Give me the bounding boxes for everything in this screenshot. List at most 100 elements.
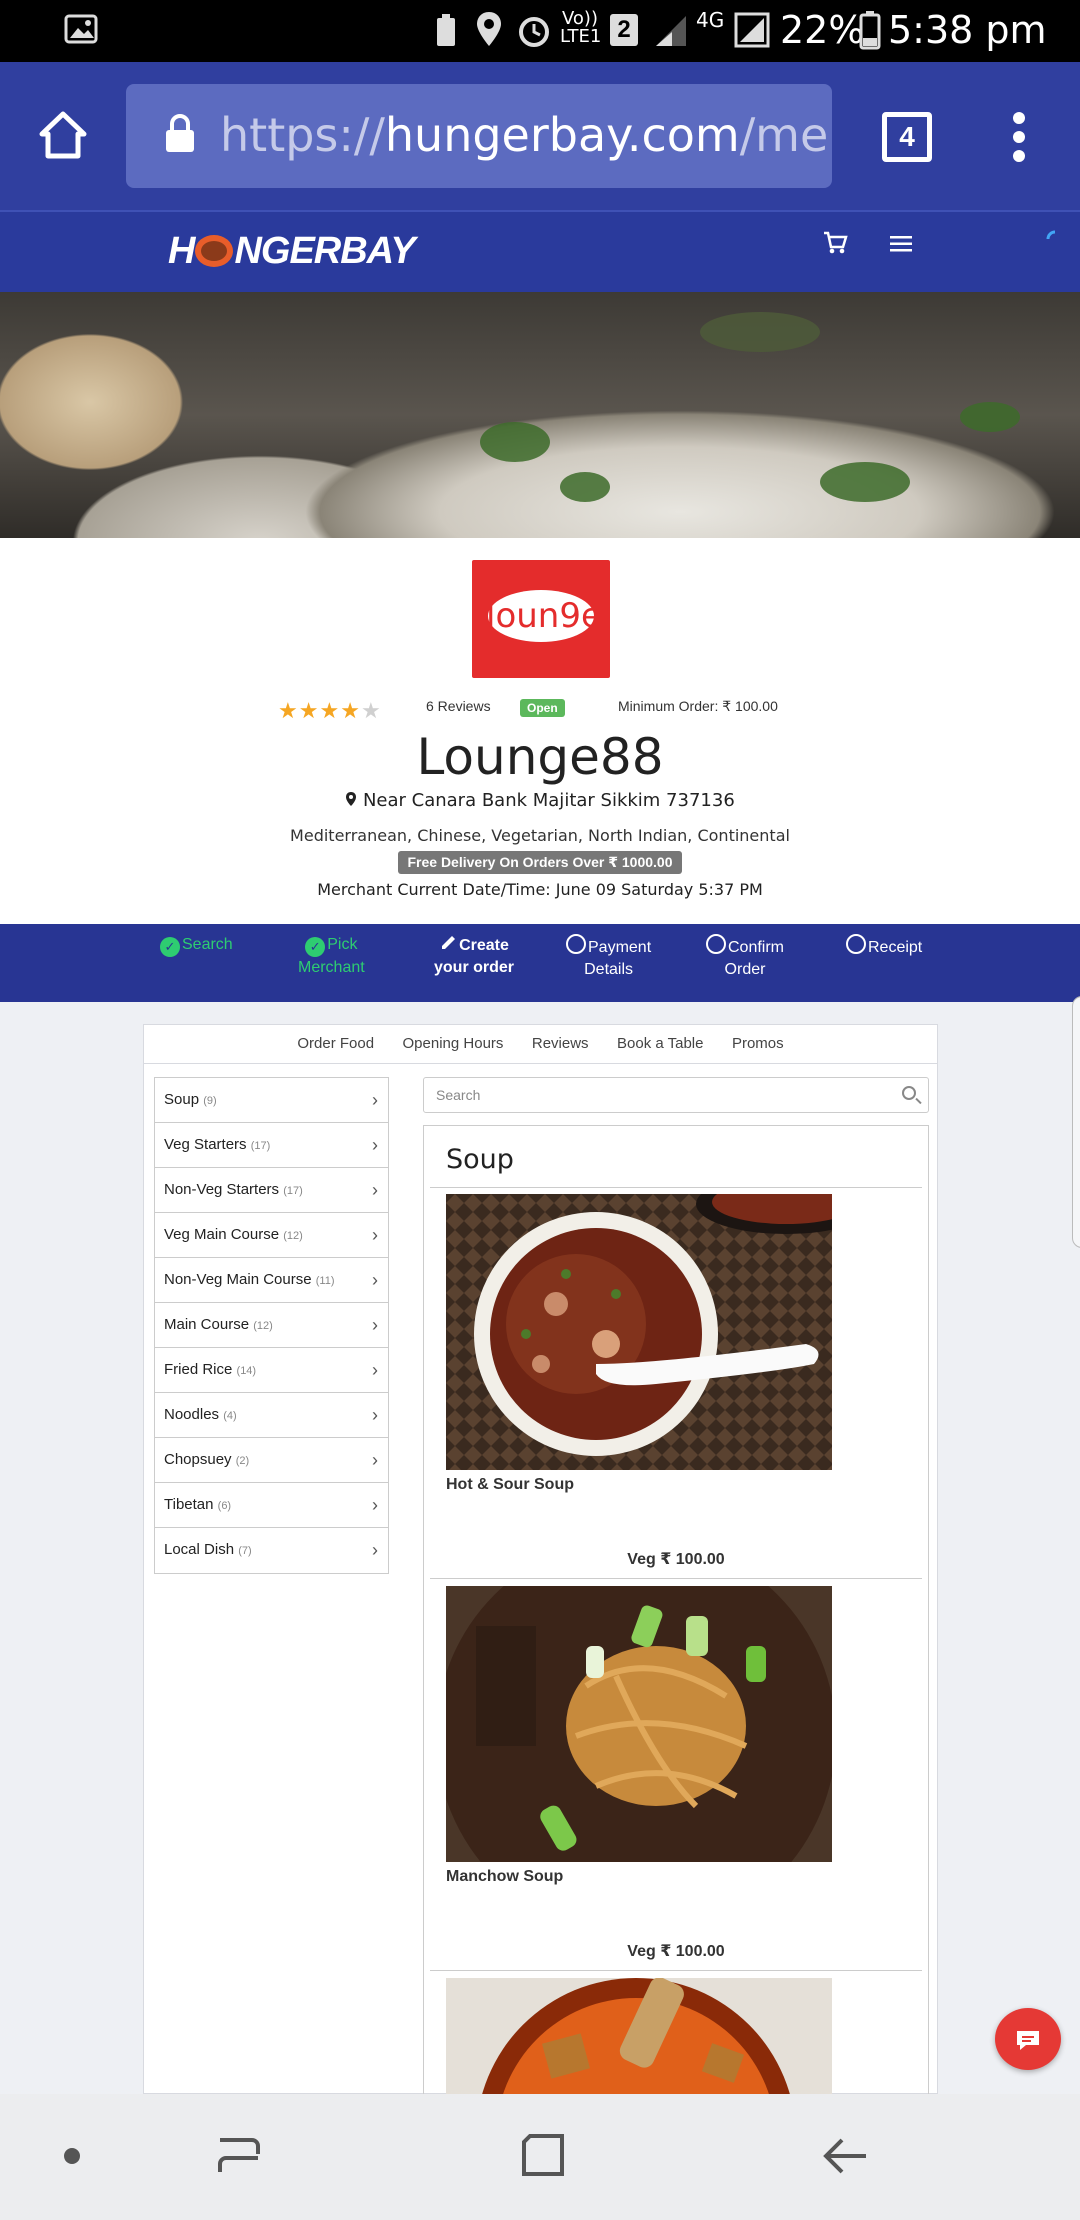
circle-icon (566, 934, 586, 954)
category-name: Non-Veg Main Course (164, 1271, 312, 1288)
chat-bubble-icon (1017, 2031, 1039, 2050)
category-name: Veg Starters (164, 1136, 247, 1153)
star-icon: ★ (278, 698, 299, 723)
category-name: Fried Rice (164, 1361, 233, 1378)
step-pick-merchant[interactable]: ✓ Pick Merchant (298, 934, 365, 979)
step-label: Create (459, 937, 509, 954)
dish-name[interactable]: Hot & Sour Soup (446, 1476, 574, 1494)
volte-indicator: Vo)) LTE1 (560, 8, 602, 47)
chevron-right-icon: › (372, 1135, 378, 1155)
chevron-right-icon: › (372, 1360, 378, 1380)
step-label: Payment (588, 939, 652, 956)
category-non-veg-starters[interactable]: Non-Veg Starters (17) › (155, 1168, 388, 1213)
step-label-line2: your order (434, 959, 515, 976)
search-placeholder: Search (436, 1087, 481, 1103)
alarm-icon (519, 17, 549, 47)
star-icon: ★ (298, 698, 320, 723)
tab-switcher-button[interactable]: 4 (882, 112, 932, 162)
circle-icon (706, 934, 726, 954)
category-count: (12) (283, 1230, 303, 1242)
merchant-info: loun9e ★★★★★ 6 Reviews Open Minimum Orde… (0, 538, 1080, 924)
dish-image[interactable] (446, 1978, 832, 2099)
category-name: Noodles (164, 1406, 220, 1423)
hamburger-menu-icon[interactable] (888, 234, 914, 254)
category-count: (11) (315, 1275, 335, 1287)
tomato-soup-illustration (446, 1978, 832, 2099)
tab-opening-hours[interactable]: Opening Hours (403, 1025, 504, 1063)
category-veg-starters[interactable]: Veg Starters (17) › (155, 1123, 388, 1168)
site-logo[interactable]: H NGERBAY (168, 230, 416, 273)
circle-icon (846, 934, 866, 954)
category-veg-main-course[interactable]: Veg Main Course (12) › (155, 1213, 388, 1258)
step-label-line2: Order (724, 961, 766, 978)
menu-panel: Order Food Opening Hours Reviews Book a … (143, 1024, 938, 2100)
recent-apps-icon[interactable] (214, 2134, 264, 2178)
chevron-right-icon: › (372, 1450, 378, 1470)
open-status-badge: Open (520, 699, 565, 717)
step-confirm-order[interactable]: Confirm Order (706, 934, 784, 981)
category-main-course[interactable]: Main Course (12) › (155, 1303, 388, 1348)
menu-search-input[interactable]: Search (423, 1077, 929, 1113)
dish-image[interactable] (446, 1586, 832, 1862)
back-icon[interactable] (822, 2134, 870, 2178)
search-icon[interactable] (902, 1086, 916, 1100)
battery-saver-icon (437, 14, 455, 46)
category-list: Soup (9) › Veg Starters (17) › Non-Veg Sta… (154, 1077, 389, 1574)
dish-name[interactable]: Manchow Soup (446, 1868, 563, 1886)
map-marker-icon (346, 792, 357, 806)
cart-icon[interactable] (822, 230, 848, 256)
overflow-menu-icon[interactable] (1004, 110, 1034, 164)
reviews-link[interactable]: 6 Reviews (426, 698, 491, 714)
chat-button[interactable] (995, 2008, 1061, 2070)
step-create-order[interactable]: Create your order (434, 934, 514, 979)
dish-price[interactable]: Veg ₹ 100.00 (424, 1941, 928, 1961)
merchant-tabs: Order Food Opening Hours Reviews Book a … (144, 1025, 937, 1064)
category-local-dish[interactable]: Local Dish (7) › (155, 1528, 388, 1573)
edge-panel-handle[interactable] (1072, 996, 1080, 1248)
step-search[interactable]: ✓ Search (160, 934, 233, 957)
step-receipt[interactable]: Receipt (846, 934, 922, 959)
nav-dot-icon[interactable] (62, 2146, 82, 2166)
soup-bowl-illustration (446, 1194, 832, 1470)
star-empty-icon: ★ (360, 698, 382, 723)
step-payment-details[interactable]: Payment Details (566, 934, 651, 981)
category-noodles[interactable]: Noodles (4) › (155, 1393, 388, 1438)
tab-promos[interactable]: Promos (732, 1025, 784, 1063)
tab-book-a-table[interactable]: Book a Table (617, 1025, 703, 1063)
hero-food-image (0, 292, 1080, 538)
home-icon[interactable] (38, 110, 88, 160)
tab-order-food[interactable]: Order Food (297, 1025, 374, 1063)
category-name: Local Dish (164, 1541, 235, 1558)
category-tibetan[interactable]: Tibetan (6) › (155, 1483, 388, 1528)
category-fried-rice[interactable]: Fried Rice (14) › (155, 1348, 388, 1393)
logo-h: H (168, 230, 195, 272)
category-soup[interactable]: Soup (9) › (155, 1078, 388, 1123)
step-label: Search (182, 936, 233, 953)
step-label-line2: Merchant (298, 959, 365, 976)
chevron-right-icon: › (372, 1405, 378, 1425)
signal-icon (656, 16, 686, 46)
free-delivery-badge: Free Delivery On Orders Over ₹ 1000.00 (398, 851, 682, 874)
home-nav-icon[interactable] (520, 2132, 566, 2178)
url-path: /menu (739, 108, 832, 162)
category-name: Chopsuey (164, 1451, 232, 1468)
network-type: 4G (696, 8, 725, 32)
category-chopsuey[interactable]: Chopsuey (2) › (155, 1438, 388, 1483)
step-label-line2: Details (584, 961, 634, 978)
category-name: Non-Veg Starters (164, 1181, 280, 1198)
url-bar[interactable]: https://hungerbay.com/menu (126, 84, 832, 188)
category-non-veg-main-course[interactable]: Non-Veg Main Course (11) › (155, 1258, 388, 1303)
chevron-right-icon: › (372, 1090, 378, 1110)
dish-image[interactable] (446, 1194, 832, 1470)
sim-badge: 2 (610, 14, 638, 46)
loading-spinner-icon (1046, 230, 1056, 240)
chevron-right-icon: › (372, 1495, 378, 1515)
cuisines: Mediterranean, Chinese, Vegetarian, Nort… (290, 826, 790, 845)
tab-reviews[interactable]: Reviews (532, 1025, 589, 1063)
merchant-datetime: Merchant Current Date/Time: June 09 Satu… (317, 880, 763, 899)
dish-price[interactable]: Veg ₹ 100.00 (424, 1549, 928, 1569)
gallery-notification-icon (64, 14, 98, 44)
category-count: (9) (203, 1095, 217, 1107)
category-name: Soup (164, 1091, 200, 1108)
category-name: Tibetan (164, 1496, 214, 1513)
